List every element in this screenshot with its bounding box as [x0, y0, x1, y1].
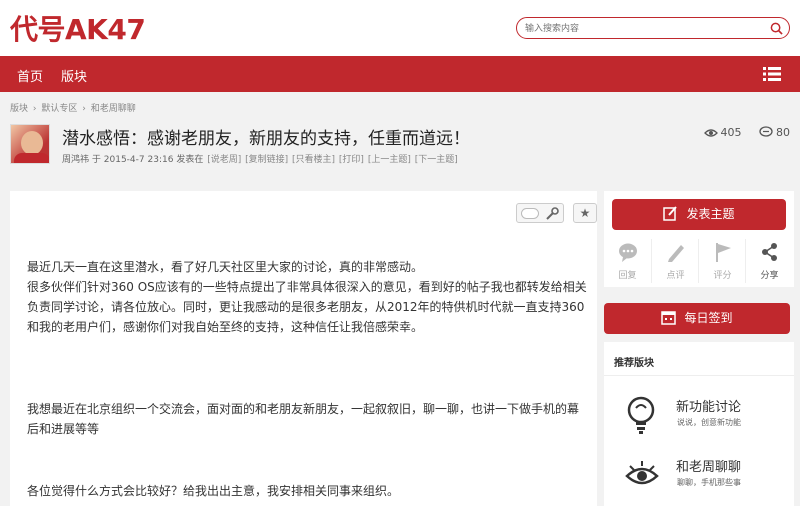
prev-thread-link[interactable]: [上一主题]	[368, 155, 411, 165]
author-name[interactable]: 周鸿祎	[62, 155, 89, 165]
forum-name[interactable]: 新功能讨论	[676, 396, 741, 415]
nav-home[interactable]: 首页	[17, 66, 43, 85]
replies-count: 80	[776, 126, 790, 139]
thread-stats: 405 80	[690, 126, 790, 139]
recommended-forums: 推荐版块 新功能讨论 说说，创意新功能 和老周聊聊 聊聊，手机那些事	[604, 342, 794, 506]
nav-forums[interactable]: 版块	[61, 66, 87, 85]
pencil-icon	[668, 245, 684, 262]
views-stat: 405	[703, 126, 742, 139]
site-logo[interactable]: 代号AK47	[10, 8, 146, 48]
post-paragraph-1: 最近几天一直在这里潜水，看了好几天社区里大家的讨论，真的非常感动。 很多伙伴们针…	[27, 260, 587, 334]
new-thread-button[interactable]: 发表主题	[612, 199, 786, 230]
only-op-link[interactable]: [只看楼主]	[292, 155, 335, 165]
action-row: 回复 点评 评分 分享	[604, 239, 794, 283]
breadcrumb-chat-zhou[interactable]: 和老周聊聊	[91, 104, 136, 114]
eye-chat-icon	[625, 461, 659, 485]
wrench-icon	[546, 207, 559, 220]
search-input[interactable]	[525, 21, 765, 36]
post-card: ★ 最近几天一直在这里潜水，看了好几天社区里大家的讨论，真的非常感动。 很多伙伴…	[10, 191, 597, 506]
copy-link[interactable]: [复制链接]	[245, 155, 288, 165]
search-icon[interactable]	[770, 22, 783, 35]
flag-icon	[716, 243, 731, 262]
lightbulb-icon	[627, 396, 655, 434]
forum-desc: 聊聊，手机那些事	[677, 478, 741, 487]
forum-item[interactable]: 新功能讨论 说说，创意新功能	[604, 390, 794, 446]
next-thread-link[interactable]: [下一主题]	[415, 155, 458, 165]
new-thread-label: 发表主题	[686, 207, 735, 221]
thread-title: 潜水感悟：感谢老朋友，新朋友的支持，任重而道远！	[62, 129, 470, 149]
reply-action[interactable]: 回复	[604, 239, 651, 283]
daily-signin-button[interactable]: 每日签到	[604, 303, 790, 334]
actions-card: 发表主题 回复 点评 评分 分享	[604, 191, 794, 287]
main-nav: 首页 版块	[0, 56, 800, 92]
share-label: 分享	[760, 271, 779, 281]
rate-label: 评分	[713, 271, 732, 281]
breadcrumb-forums[interactable]: 版块	[10, 104, 28, 114]
comment-action[interactable]: 点评	[651, 239, 698, 283]
forum-item[interactable]: 和老周聊聊 聊聊，手机那些事	[604, 450, 794, 506]
replies-stat: 80	[759, 126, 790, 139]
menu-icon[interactable]	[763, 66, 781, 82]
signin-label: 每日签到	[684, 311, 733, 325]
eye-icon	[703, 129, 718, 137]
print-link[interactable]: [打印]	[339, 155, 364, 165]
reply-icon	[619, 243, 637, 262]
breadcrumb-sep: ›	[82, 104, 86, 114]
comment-label: 点评	[666, 271, 685, 281]
meta-at: 于	[91, 155, 101, 165]
thread-meta: 周鸿祎 于 2015-4-7 23:16 发表在 [说老周] [复制链接] [只…	[62, 152, 458, 165]
post-paragraph-3: 各位觉得什么方式会比较好？给我出出主意，我安排相关同事来组织。	[27, 484, 400, 498]
edit-toggle[interactable]	[516, 203, 564, 223]
share-icon	[762, 243, 777, 261]
breadcrumb: 版块 › 默认专区 › 和老周聊聊	[10, 101, 138, 114]
forum-link[interactable]: [说老周]	[207, 155, 241, 165]
comment-icon	[759, 126, 773, 137]
share-action[interactable]: 分享	[745, 239, 792, 283]
top-header: 代号AK47	[0, 0, 800, 56]
edit-icon	[663, 206, 678, 221]
reply-label: 回复	[618, 271, 637, 281]
search-box[interactable]	[516, 17, 790, 39]
recommended-title: 推荐版块	[604, 342, 794, 376]
favorite-star-icon[interactable]: ★	[573, 203, 597, 223]
views-count: 405	[720, 126, 742, 139]
forum-desc: 说说，创意新功能	[677, 418, 741, 427]
meta-posted-in: 发表在	[176, 155, 204, 165]
calendar-icon	[661, 311, 677, 325]
post-date: 2015-4-7 23:16	[103, 155, 174, 165]
author-avatar[interactable]	[10, 124, 50, 164]
forum-name[interactable]: 和老周聊聊	[676, 456, 741, 475]
post-paragraph-2: 我想最近在北京组织一个交流会，面对面的和老朋友新朋友，一起叙叙旧，聊一聊，也讲一…	[27, 402, 580, 436]
rate-action[interactable]: 评分	[698, 239, 745, 283]
breadcrumb-default-zone[interactable]: 默认专区	[41, 104, 77, 114]
breadcrumb-sep: ›	[32, 104, 37, 114]
